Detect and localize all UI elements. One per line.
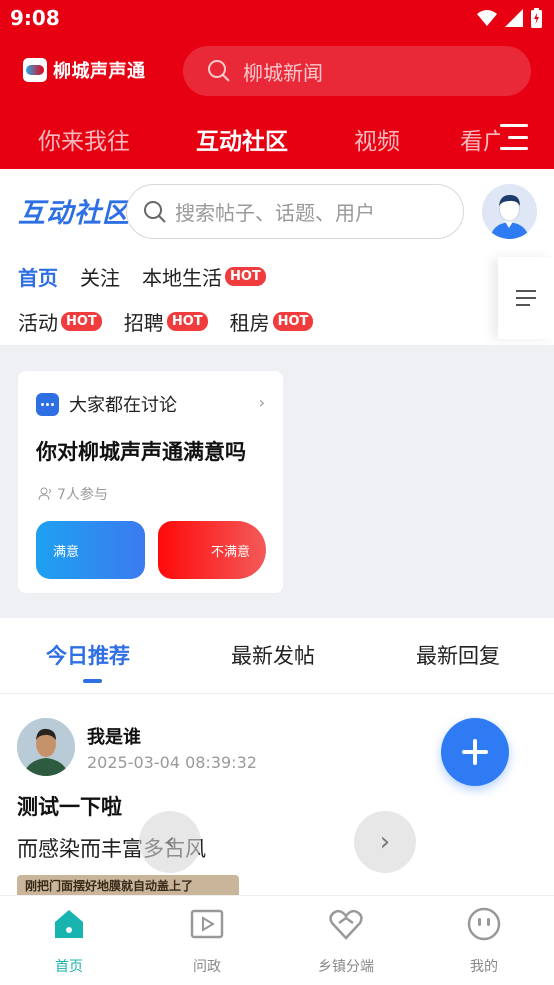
hot-badge: HOT [166,312,208,331]
chevron-left-icon: ‹ [164,827,176,857]
nav-mine-label: 我的 [470,959,498,975]
post-author-name[interactable]: 我是谁 [87,723,141,749]
hot-badge: HOT [272,312,314,331]
poll-option-satisfied[interactable]: 满意 [36,521,145,579]
status-time: 9:08 [10,6,60,30]
app-name: 柳城声声通 [53,61,146,82]
tab-today-recommend[interactable]: 今日推荐 [46,640,130,670]
hot-badge: HOT [225,267,266,286]
category-jobs[interactable]: 招聘 HOT [124,307,208,336]
tab-indicator [83,679,102,683]
nav-wenzheng[interactable]: 问政 [138,896,276,985]
chevron-right-icon: › [379,827,391,857]
status-icons [477,8,542,28]
heart-link-icon [328,906,364,942]
category-menu-icon[interactable] [498,257,554,339]
app-logo: 柳城声声通 [23,57,146,83]
search-icon [144,200,166,223]
create-post-button[interactable] [441,718,509,786]
category-home[interactable]: 首页 [18,262,58,291]
category-row-2: 活动 HOT 招聘 HOT 租房 HOT [18,307,335,336]
poll-heading-text: 大家都在讨论 [69,395,177,416]
post-timestamp: 2025-03-04 08:39:32 [87,753,257,772]
tab-kanguang[interactable]: 看广 [460,122,500,156]
category-activity[interactable]: 活动 HOT [18,307,102,336]
users-icon [38,487,51,501]
user-avatar[interactable] [482,184,537,239]
poll-participants: 7人参与 [38,484,108,504]
poll-card[interactable]: 大家都在讨论 › 你对柳城声声通满意吗 7人参与 满意 不满意 [18,371,283,593]
plus-icon [462,739,488,765]
post-title: 测试一下啦 [17,795,122,819]
logo-icon [23,58,47,82]
smile-face-icon [466,906,502,942]
poll-option-unsatisfied[interactable]: 不满意 [158,521,266,579]
category-rent[interactable]: 租房 HOT [230,307,314,336]
post-image[interactable]: 刚把门面摆好地膜就自动盖上了 [17,875,239,895]
top-search-bar[interactable]: 柳城新闻 [183,46,531,96]
hot-badge: HOT [61,312,102,331]
home-icon [51,906,87,942]
menu-icon[interactable] [500,124,528,150]
search-icon [208,60,230,82]
nav-home-label: 首页 [55,959,83,975]
nav-wenzheng-label: 问政 [193,959,221,975]
avatar-icon [482,184,537,239]
category-row-1: 首页 关注 本地生活 HOT [18,262,288,291]
bottom-nav: 首页 问政 乡镇分端 我的 [0,895,554,985]
signal-icon [505,9,523,27]
category-local-life[interactable]: 本地生活 HOT [142,262,266,291]
community-title: 互动社区 [18,198,130,229]
category-follow[interactable]: 关注 [80,262,120,291]
community-search-input[interactable]: 搜索帖子、话题、用户 [126,184,464,239]
community-search-placeholder: 搜索帖子、话题、用户 [175,201,375,225]
play-box-icon [189,906,225,942]
tab-latest-posts[interactable]: 最新发帖 [231,640,315,670]
carousel-prev-button[interactable]: ‹ [139,811,201,873]
chat-bubble-icon [36,392,59,416]
post-image-caption: 刚把门面摆好地膜就自动盖上了 [25,879,194,893]
poll-heading: 大家都在讨论 [36,391,177,417]
nav-township[interactable]: 乡镇分端 [277,896,415,985]
tab-video[interactable]: 视频 [354,122,400,156]
tab-community[interactable]: 互动社区 [196,122,288,156]
status-bar: 9:08 [0,0,554,36]
chevron-right-icon[interactable]: › [259,393,265,412]
battery-icon [531,8,542,28]
app-header: 9:08 柳城声声通 柳城新闻 你来我往 互动社区 视频 看广 [0,0,554,169]
poll-question: 你对柳城声声通满意吗 [36,440,246,464]
top-search-placeholder: 柳城新闻 [243,60,323,85]
avatar-icon [17,718,75,776]
nav-home[interactable]: 首页 [0,896,138,985]
top-nav: 你来我往 互动社区 视频 看广 [0,112,554,162]
carousel-next-button[interactable]: › [354,811,416,873]
nav-township-label: 乡镇分端 [318,959,374,975]
community-header: 互动社区 搜索帖子、话题、用户 首页 关注 本地生活 HOT 活动 HOT 招聘 HO… [0,169,554,345]
nav-mine[interactable]: 我的 [415,896,553,985]
post-author-avatar[interactable] [17,718,75,776]
tab-nilai-wowang[interactable]: 你来我往 [38,122,130,156]
tab-latest-replies[interactable]: 最新回复 [416,640,500,670]
feed-tabs: 今日推荐 最新发帖 最新回复 [0,618,554,694]
poll-section: 大家都在讨论 › 你对柳城声声通满意吗 7人参与 满意 不满意 [0,345,554,618]
wifi-icon [477,10,497,26]
